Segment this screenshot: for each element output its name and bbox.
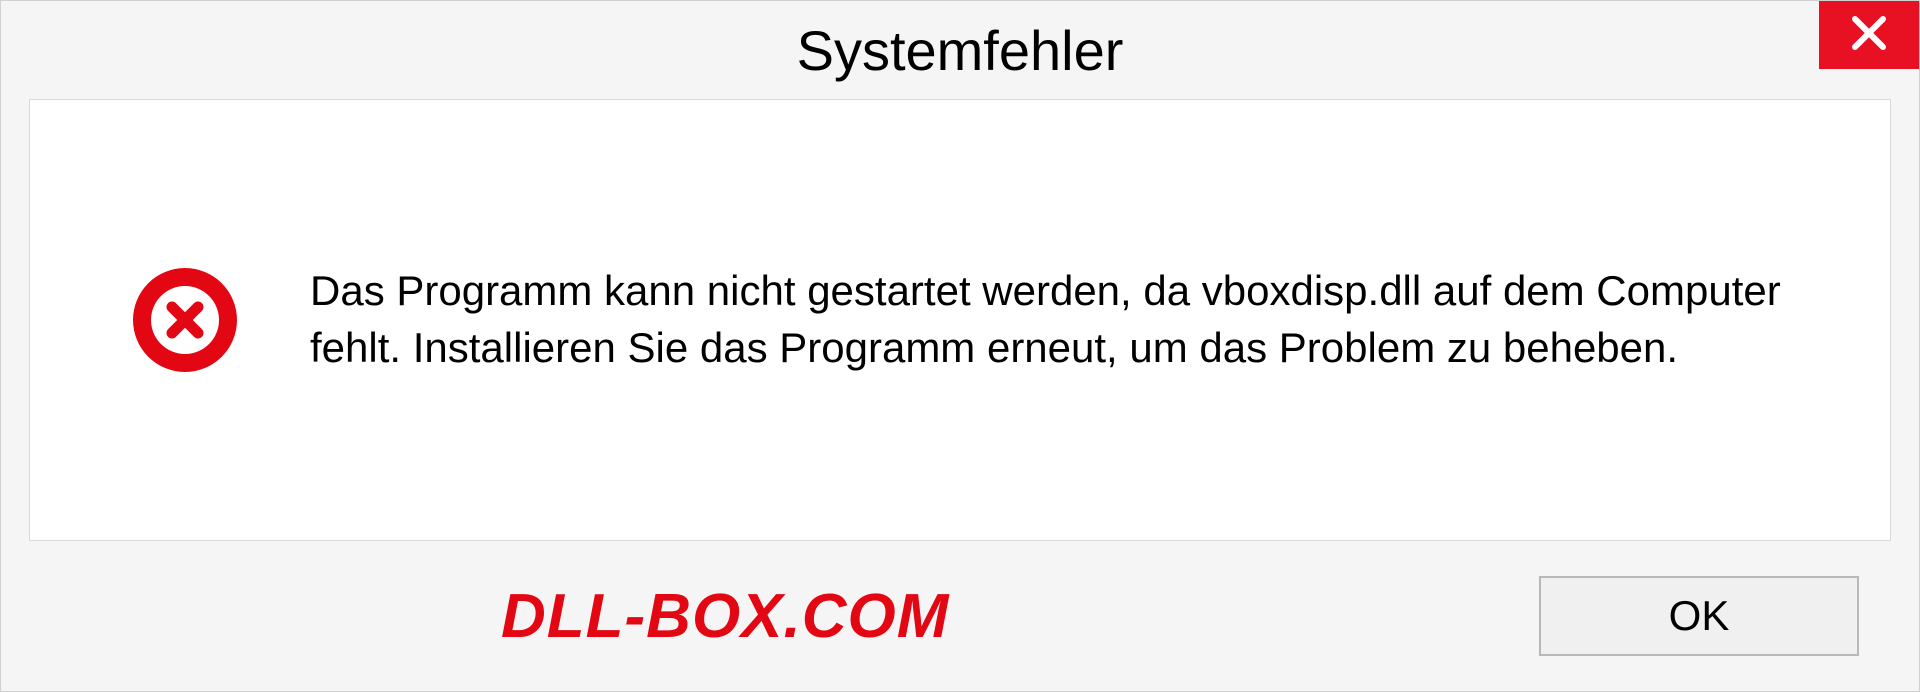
- close-icon: [1849, 13, 1889, 58]
- ok-button[interactable]: OK: [1539, 576, 1859, 656]
- watermark-text: DLL-BOX.COM: [501, 581, 949, 652]
- close-button[interactable]: [1819, 1, 1919, 69]
- error-message: Das Programm kann nicht gestartet werden…: [310, 263, 1810, 376]
- dialog-footer: DLL-BOX.COM OK: [1, 541, 1919, 691]
- content-panel: Das Programm kann nicht gestartet werden…: [29, 99, 1891, 541]
- dialog-title: Systemfehler: [797, 18, 1124, 83]
- titlebar: Systemfehler: [1, 1, 1919, 99]
- error-dialog: Systemfehler Das Programm kann nicht ges…: [0, 0, 1920, 692]
- error-icon: [130, 265, 240, 375]
